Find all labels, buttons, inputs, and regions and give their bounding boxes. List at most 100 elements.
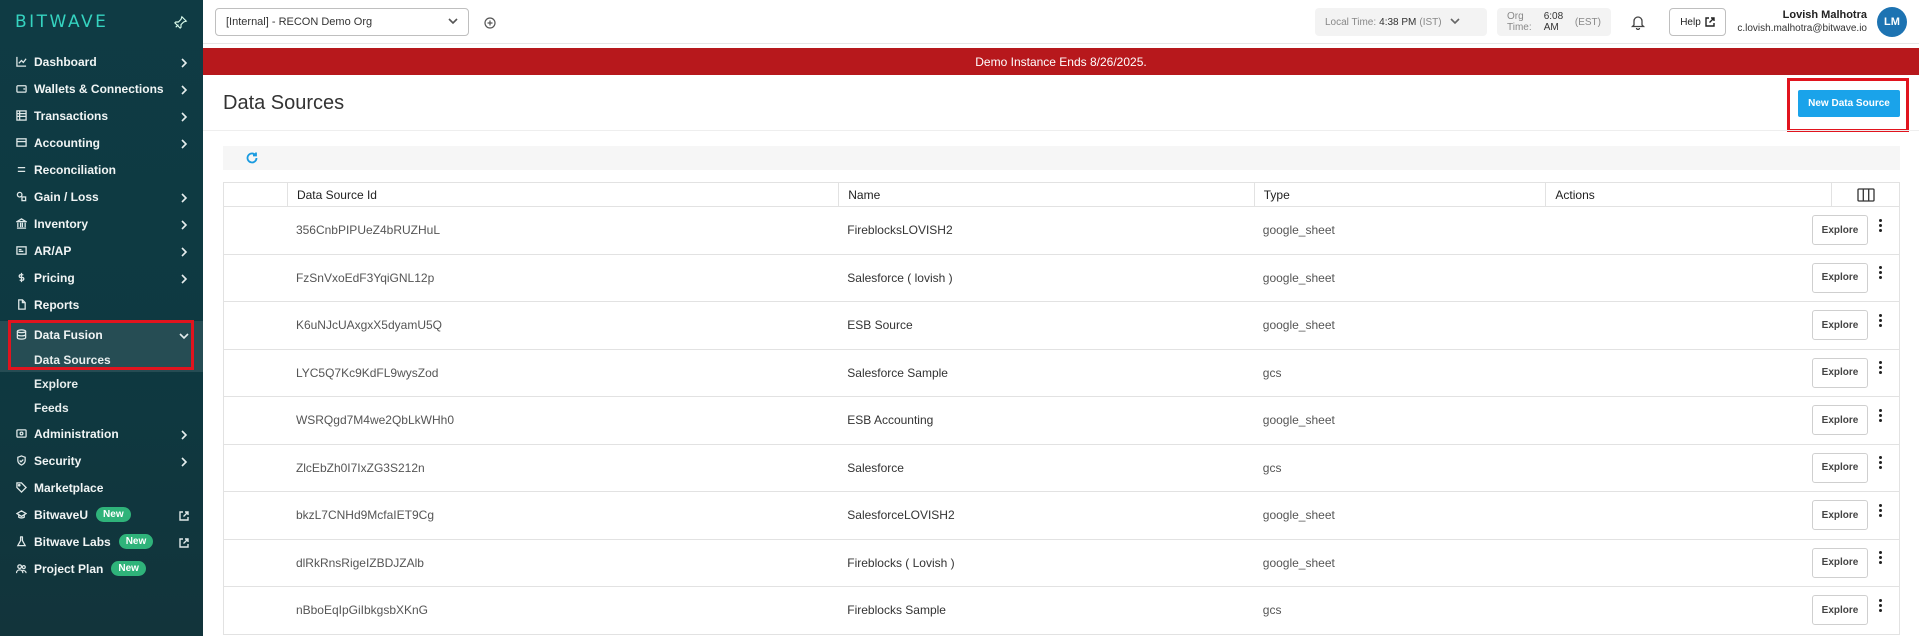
sidebar-item-arap[interactable]: AR/AP [0, 237, 203, 264]
table-row[interactable]: 356CnbPIPUeZ4bRUZHuL FireblocksLOVISH2 goo… [224, 207, 1899, 255]
row-spacer [224, 587, 287, 634]
data-source-type: gcs [1262, 603, 1282, 618]
row-actions: Explore [1545, 350, 1899, 397]
users-icon [15, 563, 27, 575]
data-source-id: bkzL7CNHd9McfaIET9Cg [295, 508, 434, 523]
row-spacer [224, 207, 287, 254]
kebab-menu-icon[interactable] [1874, 500, 1886, 520]
row-actions: Explore [1545, 587, 1899, 634]
explore-button[interactable]: Explore [1812, 357, 1869, 388]
sidebar-subitem-explore[interactable]: Explore [0, 372, 203, 396]
kebab-menu-icon[interactable] [1874, 405, 1886, 425]
explore-button[interactable]: Explore [1812, 310, 1869, 341]
columns-icon[interactable] [1831, 183, 1899, 206]
invoice-icon [15, 245, 27, 257]
admin-icon [15, 428, 27, 440]
row-spacer [224, 350, 287, 397]
sidebar-item-marketplace[interactable]: Marketplace [0, 474, 203, 501]
sidebar: BITWAVE Dashboard Wallets & Connections … [0, 0, 203, 636]
column-header-type[interactable]: Type [1253, 183, 1546, 206]
sidebar-item-bitwaveu[interactable]: BitwaveU New [0, 501, 203, 528]
row-actions: Explore [1545, 255, 1899, 302]
bell-icon[interactable] [1630, 14, 1646, 31]
row-actions: Explore [1545, 445, 1899, 492]
data-source-name: Fireblocks Sample [847, 603, 946, 618]
explore-button[interactable]: Explore [1812, 405, 1869, 436]
sidebar-item-reports[interactable]: Reports [0, 291, 203, 318]
kebab-menu-icon[interactable] [1874, 453, 1886, 473]
kebab-menu-icon[interactable] [1874, 215, 1886, 235]
data-source-name: ESB Source [847, 318, 913, 333]
local-time-selector[interactable]: Local Time: 4:38 PM (IST) [1315, 8, 1487, 36]
table-row[interactable]: K6uNJcUAxgxX5dyamU5Q ESB Source google_she… [224, 302, 1899, 350]
kebab-menu-icon[interactable] [1874, 310, 1886, 330]
sidebar-item-transactions[interactable]: Transactions [0, 102, 203, 129]
table-row[interactable]: bkzL7CNHd9McfaIET9Cg SalesforceLOVISH2 goo… [224, 492, 1899, 540]
sidebar-item-pricing[interactable]: Pricing [0, 264, 203, 291]
chevron-right-icon [179, 219, 189, 230]
data-source-type: google_sheet [1262, 508, 1335, 523]
highlight-box-data-fusion [8, 320, 194, 370]
data-source-id: FzSnVxoEdF3YqiGNL12p [295, 270, 435, 285]
bitwave-logo[interactable]: BITWAVE [15, 12, 108, 32]
kebab-menu-icon[interactable] [1874, 548, 1886, 568]
shield-icon [15, 455, 27, 467]
new-data-source-button[interactable]: New Data Source [1798, 90, 1900, 117]
org-selector[interactable]: [Internal] - RECON Demo Org [215, 8, 469, 36]
sidebar-item-dashboard[interactable]: Dashboard [0, 48, 203, 75]
data-source-name: ESB Accounting [847, 413, 934, 428]
explore-button[interactable]: Explore [1812, 547, 1869, 578]
table-row[interactable]: WSRQgd7M4we2QbLkWHh0 ESB Accounting google… [224, 397, 1899, 445]
data-source-id: WSRQgd7M4we2QbLkWHh0 [295, 413, 454, 428]
chart-icon [15, 56, 27, 68]
sidebar-subitem-feeds[interactable]: Feeds [0, 396, 203, 420]
sidebar-nav: Dashboard Wallets & Connections Transact… [0, 48, 203, 582]
add-org-icon[interactable] [484, 16, 496, 29]
kebab-menu-icon[interactable] [1874, 358, 1886, 378]
table-row[interactable]: FzSnVxoEdF3YqiGNL12p Salesforce ( lovish … [224, 255, 1899, 302]
new-badge: New [96, 507, 131, 522]
explore-button[interactable]: Explore [1812, 500, 1869, 531]
sidebar-item-security[interactable]: Security [0, 447, 203, 474]
user-email: c.lovish.malhotra@bitwave.io [1737, 23, 1867, 34]
kebab-menu-icon[interactable] [1874, 595, 1886, 615]
table-row[interactable]: ZlcEbZh0I7IxZG3S212n Salesforce gcs Explore [224, 445, 1899, 492]
sidebar-item-administration[interactable]: Administration [0, 420, 203, 447]
sidebar-item-gain-loss[interactable]: Gain / Loss [0, 183, 203, 210]
sidebar-item-project-plan[interactable]: Project Plan New [0, 555, 203, 582]
table-header: Data Source Id Name Type Actions [224, 183, 1899, 207]
table-row[interactable]: dlRkRnsRigeIZBDJZAlb Fireblocks ( Lovish … [224, 540, 1899, 587]
kebab-menu-icon[interactable] [1874, 263, 1886, 283]
toolbar [223, 146, 1900, 170]
sidebar-item-accounting[interactable]: Accounting [0, 129, 203, 156]
chevron-right-icon [179, 57, 189, 68]
sidebar-item-bitwave-labs[interactable]: Bitwave Labs New [0, 528, 203, 555]
document-icon [15, 299, 27, 311]
pin-icon[interactable] [173, 14, 189, 30]
explore-button[interactable]: Explore [1812, 595, 1869, 626]
refresh-icon[interactable] [245, 151, 259, 165]
bank-icon [15, 218, 27, 230]
avatar[interactable]: LM [1877, 7, 1907, 37]
explore-button[interactable]: Explore [1812, 262, 1869, 293]
column-header-id[interactable]: Data Source Id [286, 183, 838, 206]
row-actions: Explore [1545, 207, 1899, 254]
chevron-right-icon [179, 192, 189, 203]
flask-icon [15, 536, 27, 548]
column-header-name[interactable]: Name [838, 183, 1254, 206]
help-button[interactable]: Help [1669, 8, 1726, 36]
data-source-type: gcs [1262, 460, 1282, 475]
table-row[interactable]: LYC5Q7Kc9KdFL9wysZod Salesforce Sample gcs… [224, 350, 1899, 397]
table-row[interactable]: nBboEqIpGiIbkgsbXKnG Fireblocks Sample gcs… [224, 587, 1899, 635]
sidebar-item-reconciliation[interactable]: Reconciliation [0, 156, 203, 183]
row-spacer [224, 255, 287, 302]
sidebar-item-wallets[interactable]: Wallets & Connections [0, 75, 203, 102]
chevron-right-icon [179, 273, 189, 284]
row-spacer [224, 397, 287, 444]
explore-button[interactable]: Explore [1812, 215, 1869, 246]
demo-banner: Demo Instance Ends 8/26/2025. [203, 48, 1919, 75]
chevron-right-icon [179, 111, 189, 122]
explore-button[interactable]: Explore [1812, 452, 1869, 483]
external-link-icon [179, 510, 189, 521]
sidebar-item-inventory[interactable]: Inventory [0, 210, 203, 237]
